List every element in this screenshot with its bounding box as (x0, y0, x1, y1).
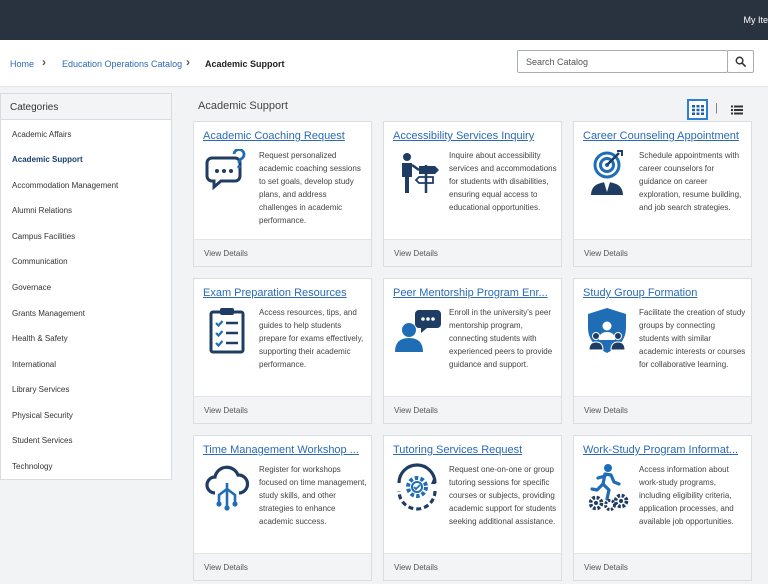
card-title[interactable]: Career Counseling Appointment (583, 130, 746, 142)
catalog-card-study-group[interactable]: Study Group Formation Facilitate the cre… (573, 278, 752, 424)
categories-heading: Categories (1, 94, 171, 120)
catalog-card-accessibility-services[interactable]: Accessibility Services Inquiry Inquire a… (383, 121, 562, 267)
sidebar-item-alumni-relations[interactable]: Alumni Relations (12, 206, 72, 215)
chevron-right-icon: › (42, 55, 46, 69)
sidebar-item-academic-support[interactable]: Academic Support (12, 155, 83, 164)
card-title[interactable]: Peer Mentorship Program Enr... (393, 287, 556, 299)
card-description: Enroll in the university's peer mentorsh… (449, 308, 553, 369)
breadcrumb-catalog[interactable]: Education Operations Catalog (62, 59, 182, 69)
sidebar-item-communication[interactable]: Communication (12, 257, 68, 266)
card-title[interactable]: Tutoring Services Request (393, 444, 556, 456)
sidebar-item-campus-facilities[interactable]: Campus Facilities (12, 232, 75, 241)
catalog-card-work-study[interactable]: Work-Study Program Informat... Access in… (573, 435, 752, 581)
card-footer: View Details (574, 239, 751, 266)
view-details-link[interactable]: View Details (394, 563, 438, 572)
sidebar-item-accommodation-management[interactable]: Accommodation Management (12, 181, 118, 190)
view-details-link[interactable]: View Details (394, 249, 438, 258)
card-footer: View Details (574, 396, 751, 423)
view-details-link[interactable]: View Details (204, 563, 248, 572)
breadcrumb-home[interactable]: Home (10, 59, 34, 69)
sidebar-item-grants-management[interactable]: Grants Management (12, 309, 85, 318)
card-description: Schedule appointments with career counse… (639, 151, 742, 212)
grid-view-button[interactable] (687, 99, 708, 120)
catalog-card-peer-mentorship[interactable]: Peer Mentorship Program Enr... Enroll in… (383, 278, 562, 424)
sidebar-item-international[interactable]: International (12, 360, 56, 369)
sidebar-item-academic-affairs[interactable]: Academic Affairs (12, 130, 71, 139)
card-description: Access resources, tips, and guides to he… (259, 308, 364, 369)
card-title[interactable]: Exam Preparation Resources (203, 287, 366, 299)
chevron-right-icon: › (186, 55, 190, 69)
card-title[interactable]: Study Group Formation (583, 287, 746, 299)
card-footer: View Details (194, 553, 371, 580)
list-icon (731, 105, 743, 115)
card-description: Request one-on-one or group tutoring ses… (449, 465, 557, 526)
sidebar-item-library-services[interactable]: Library Services (12, 385, 69, 394)
view-details-link[interactable]: View Details (584, 249, 628, 258)
card-footer: View Details (384, 239, 561, 266)
card-footer: View Details (384, 553, 561, 580)
catalog-card-tutoring-services[interactable]: Tutoring Services Request Request one-on… (383, 435, 562, 581)
card-description: Request personalized academic coaching s… (259, 151, 361, 225)
breadcrumb-current: Academic Support (205, 59, 285, 69)
sidebar-item-physical-security[interactable]: Physical Security (12, 411, 73, 420)
my-items-link[interactable]: My Ite (743, 15, 768, 25)
card-footer: View Details (194, 396, 371, 423)
catalog-card-academic-coaching[interactable]: Academic Coaching Request Request person… (193, 121, 372, 267)
view-details-link[interactable]: View Details (204, 249, 248, 258)
view-toggle-divider: | (715, 102, 718, 114)
card-title[interactable]: Academic Coaching Request (203, 130, 366, 142)
card-description: Access information about work-study prog… (639, 465, 734, 526)
card-title[interactable]: Work-Study Program Informat... (583, 444, 746, 456)
top-navigation-bar: My Ite (0, 0, 768, 40)
catalog-card-exam-preparation[interactable]: Exam Preparation Resources Access resour… (193, 278, 372, 424)
sidebar-item-health-safety[interactable]: Health & Safety (12, 334, 68, 343)
search-button[interactable] (727, 50, 754, 73)
view-details-link[interactable]: View Details (584, 563, 628, 572)
view-details-link[interactable]: View Details (204, 406, 248, 415)
categories-sidebar: Categories Academic Affairs Academic Sup… (0, 93, 172, 480)
card-description: Register for workshops focused on time m… (259, 465, 367, 526)
sidebar-item-technology[interactable]: Technology (12, 462, 52, 471)
search-input[interactable] (517, 50, 728, 73)
card-description: Facilitate the creation of study groups … (639, 308, 746, 369)
view-details-link[interactable]: View Details (394, 406, 438, 415)
card-footer: View Details (194, 239, 371, 266)
grid-icon (691, 104, 704, 115)
card-footer: View Details (574, 553, 751, 580)
card-title[interactable]: Accessibility Services Inquiry (393, 130, 556, 142)
card-title[interactable]: Time Management Workshop ... (203, 444, 366, 456)
search-icon (735, 56, 746, 67)
card-footer: View Details (384, 396, 561, 423)
page-title: Academic Support (198, 100, 288, 112)
catalog-card-career-counseling[interactable]: Career Counseling Appointment Schedule a… (573, 121, 752, 267)
catalog-card-time-management[interactable]: Time Management Workshop ... Register fo… (193, 435, 372, 581)
sidebar-item-student-services[interactable]: Student Services (12, 436, 72, 445)
list-view-button[interactable] (730, 103, 744, 117)
view-details-link[interactable]: View Details (584, 406, 628, 415)
sidebar-item-governace[interactable]: Governace (12, 283, 51, 292)
card-description: Inquire about accessibility services and… (449, 151, 557, 212)
